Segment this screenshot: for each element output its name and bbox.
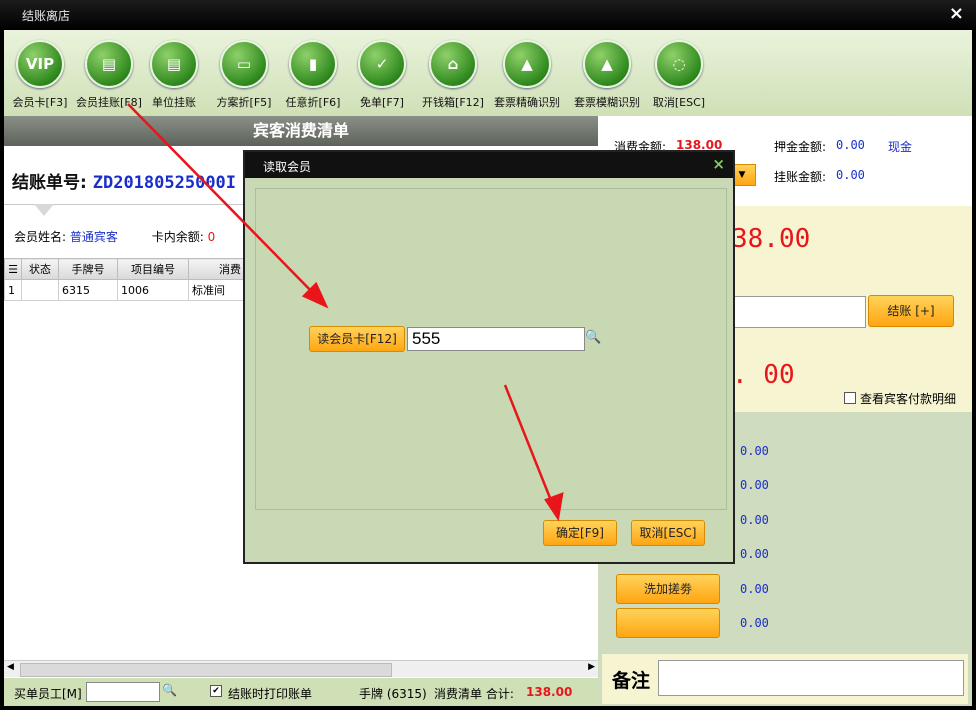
arrow-head [544,492,564,522]
annotation-arrows [127,103,564,522]
arrow-line [127,103,319,299]
arrow-line [503,384,556,509]
